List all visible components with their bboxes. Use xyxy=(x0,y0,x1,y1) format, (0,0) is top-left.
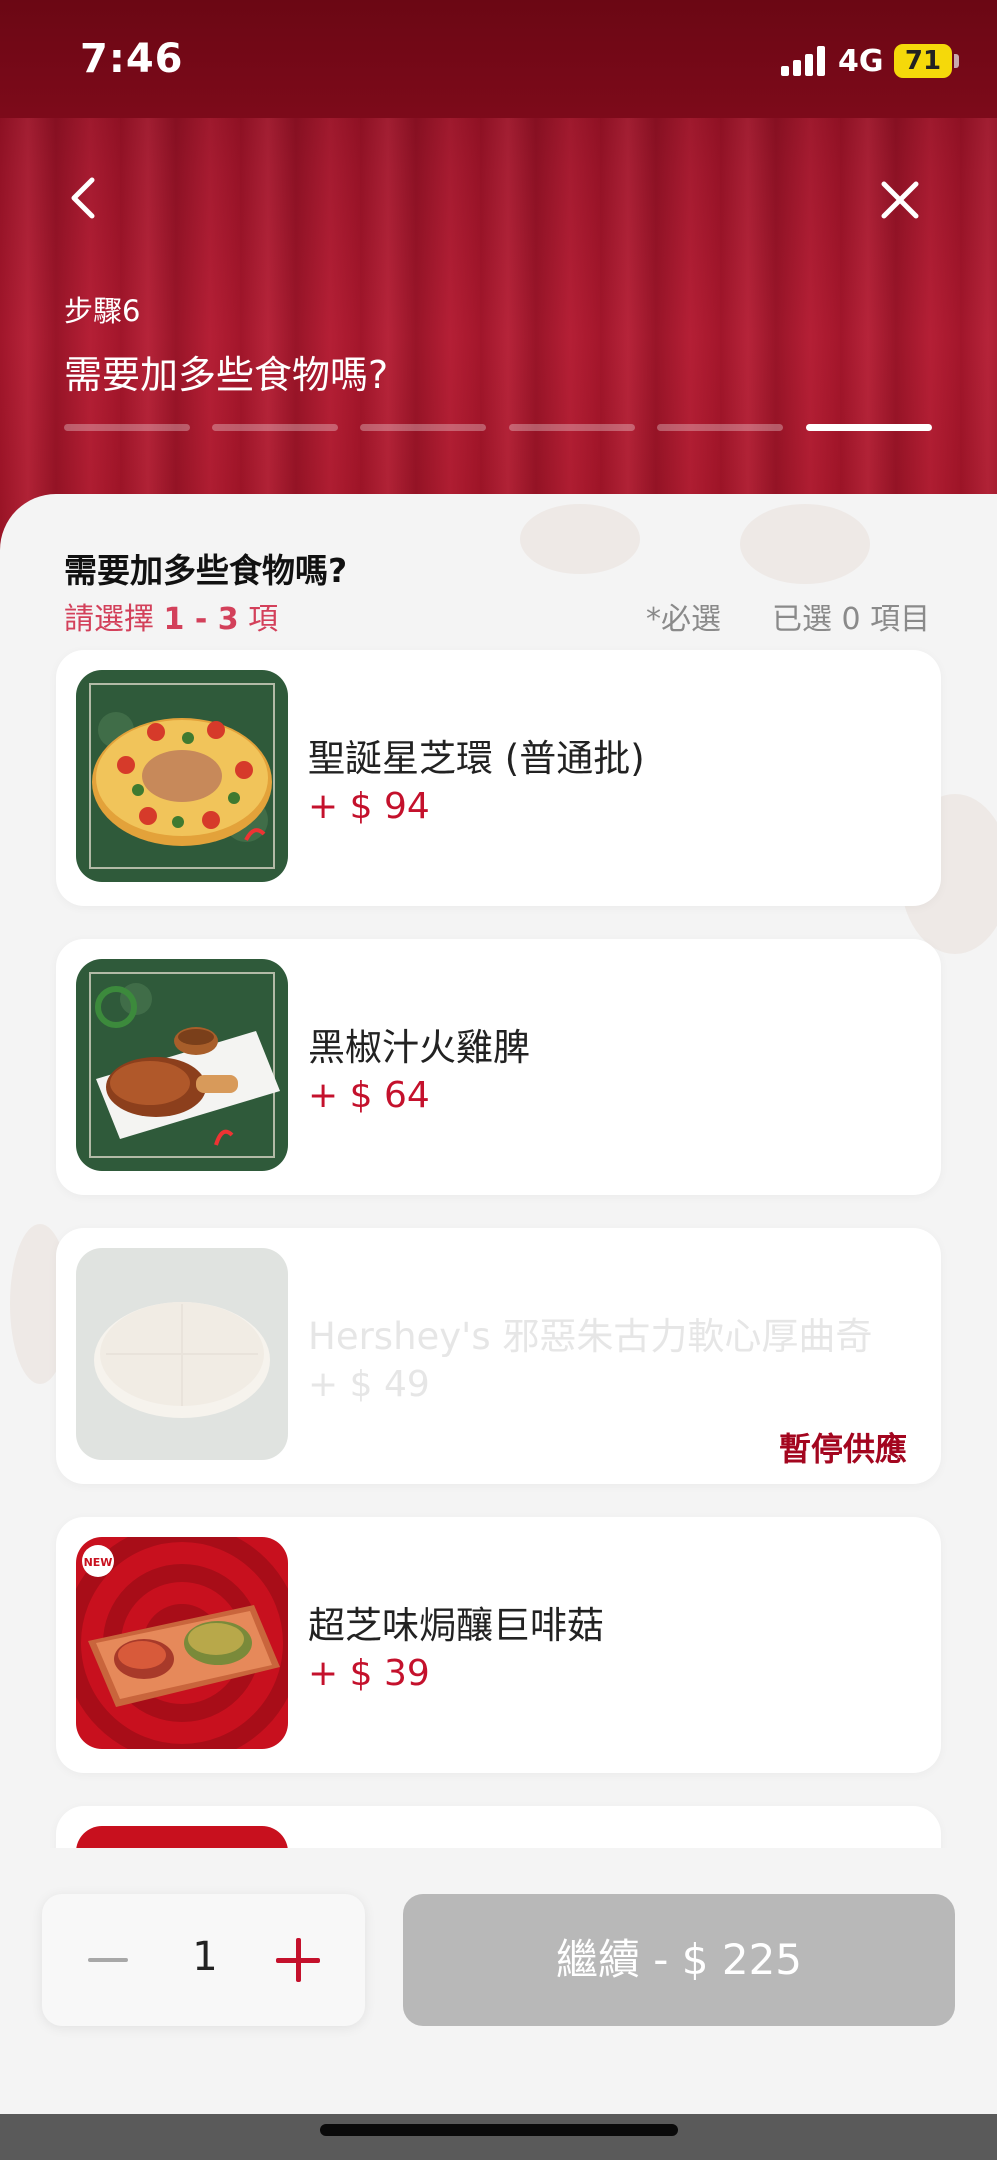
close-icon xyxy=(881,181,919,219)
selection-rule-prefix: 請選擇 xyxy=(64,602,164,637)
selection-rule: 請選擇 1 - 3 項 xyxy=(64,594,278,638)
svg-text:NEW: NEW xyxy=(84,1556,113,1569)
progress-segment-4 xyxy=(509,424,635,431)
progress-segment-5 xyxy=(657,424,783,431)
baked-mushrooms-image: NEW xyxy=(76,1537,288,1749)
christmas-pizza-ring-image xyxy=(76,670,288,882)
option-card-turkey-leg[interactable]: 黑椒汁火雞脾 + $ 64 xyxy=(56,939,941,1195)
option-price: + $ 39 xyxy=(308,1653,430,1694)
selection-range: 1 - 3 xyxy=(163,602,239,637)
status-time: 7:46 xyxy=(80,36,184,82)
unavailable-label: 暫停供應 xyxy=(778,1430,907,1468)
progress-segment-6 xyxy=(806,424,932,431)
quantity-stepper: 1 xyxy=(42,1894,365,2026)
back-button[interactable] xyxy=(62,176,106,220)
progress-segment-2 xyxy=(212,424,338,431)
option-name: 超芝味焗釀巨啡菇 xyxy=(308,1604,604,1647)
network-label: 4G xyxy=(838,44,884,79)
step-label: 步驟6 xyxy=(64,294,141,328)
decrease-quantity-button[interactable] xyxy=(88,1958,128,1962)
chocolate-cookie-image xyxy=(76,1248,288,1460)
step-progress xyxy=(64,424,934,432)
progress-segment-3 xyxy=(360,424,486,431)
battery-cap xyxy=(954,54,959,68)
quantity-value: 1 xyxy=(192,1934,218,1980)
step-title: 需要加多些食物嗎? xyxy=(64,353,389,397)
selection-rule-suffix: 項 xyxy=(238,602,279,637)
chevron-left-icon xyxy=(71,177,95,219)
battery-icon: 71 xyxy=(894,44,952,78)
home-bar-background xyxy=(0,2114,997,2160)
option-card-baked-mushrooms[interactable]: NEW 超芝味焗釀巨啡菇 + $ 39 xyxy=(56,1517,941,1773)
option-price: + $ 94 xyxy=(308,786,430,827)
background-decoration xyxy=(520,504,640,574)
option-card-chocolate-cookie: Hershey's 邪惡朱古力軟心厚曲奇 + $ 49 暫停供應 xyxy=(56,1228,941,1484)
increase-quantity-button[interactable] xyxy=(276,1938,320,1982)
turkey-leg-image xyxy=(76,959,288,1171)
signal-icon xyxy=(781,46,829,76)
option-name: 聖誕星芝環 (普通批) xyxy=(308,737,645,780)
option-price: + $ 49 xyxy=(308,1364,430,1405)
option-name: 黑椒汁火雞脾 xyxy=(308,1026,530,1069)
selected-count: 已選 0 項目 xyxy=(772,602,931,637)
close-button[interactable] xyxy=(878,178,922,222)
footer-bar: 1 繼續 - $ 225 xyxy=(0,1848,997,2114)
section-title: 需要加多些食物嗎? xyxy=(64,551,348,590)
options-panel: 需要加多些食物嗎? 請選擇 1 - 3 項 *必選 已選 0 項目 聖誕星芝環 … xyxy=(0,494,997,1914)
option-name: Hershey's 邪惡朱古力軟心厚曲奇 xyxy=(308,1315,873,1358)
progress-segment-1 xyxy=(64,424,190,431)
background-decoration xyxy=(740,504,870,584)
continue-button[interactable]: 繼續 - $ 225 xyxy=(403,1894,955,2026)
status-bar: 7:46 4G 71 xyxy=(0,0,997,118)
option-price: + $ 64 xyxy=(308,1075,430,1116)
home-indicator[interactable] xyxy=(320,2124,678,2136)
option-card-pizza-ring[interactable]: 聖誕星芝環 (普通批) + $ 94 xyxy=(56,650,941,906)
required-label: *必選 xyxy=(646,602,721,637)
